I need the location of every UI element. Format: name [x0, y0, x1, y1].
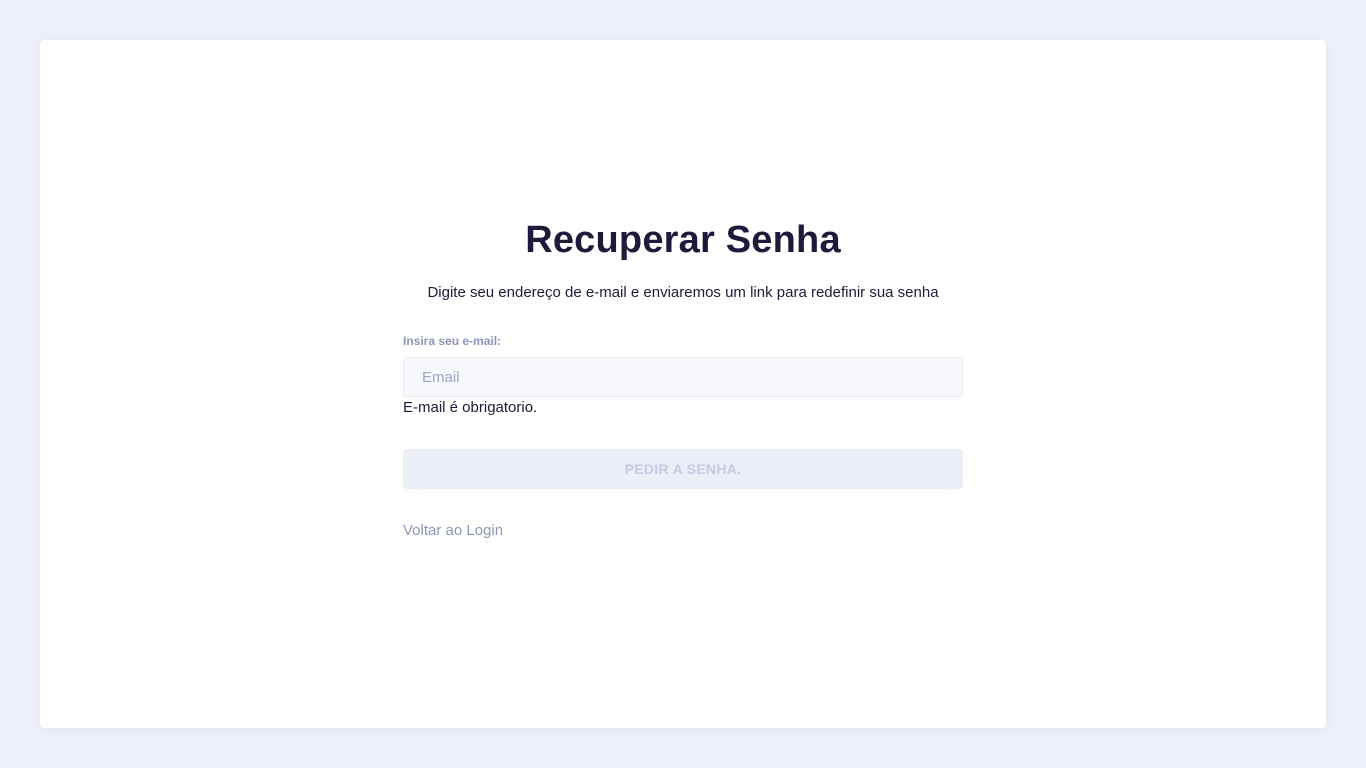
back-to-login-link[interactable]: Voltar ao Login [403, 522, 503, 540]
request-password-button[interactable]: PEDIR A SENHA. [403, 449, 963, 489]
recover-password-card: Recuperar Senha Digite seu endereço de e… [40, 40, 1326, 728]
recover-password-form: Recuperar Senha Digite seu endereço de e… [403, 220, 963, 540]
page-title: Recuperar Senha [525, 219, 841, 261]
page-subtitle: Digite seu endereço de e-mail e enviarem… [427, 284, 939, 301]
email-field[interactable] [403, 357, 963, 397]
email-label: Insira seu e-mail: [403, 334, 502, 348]
email-error-message: E-mail é obrigatorio. [403, 399, 538, 416]
